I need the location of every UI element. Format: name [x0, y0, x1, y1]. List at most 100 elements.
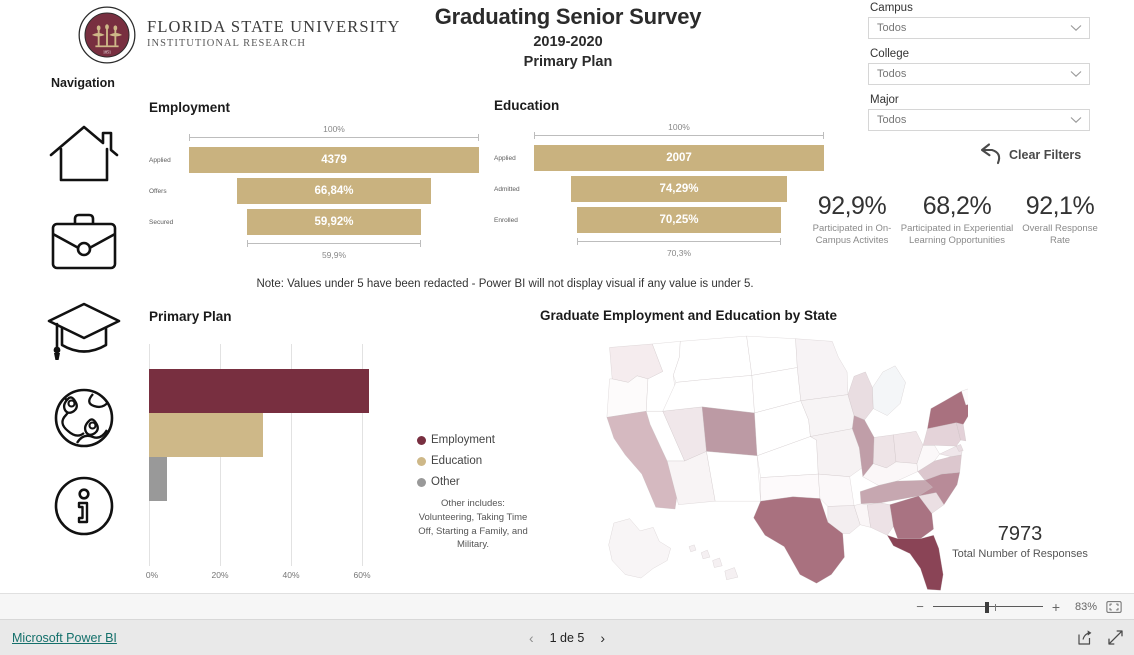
filter-label-major: Major: [870, 94, 899, 106]
primary-plan-plot: 0% 20% 40% 60%: [145, 344, 381, 584]
kpi-value: 68,2%: [922, 192, 992, 220]
graduation-cap-icon: [47, 302, 121, 360]
funnel-row[interactable]: Admitted 74,29%: [494, 176, 824, 202]
state-AR: [818, 473, 855, 507]
funnel-row[interactable]: Applied 2007: [494, 145, 824, 171]
undo-arrow-icon: [980, 143, 1001, 165]
kpi-row: 92,9% Participated in On-Campus Activite…: [806, 192, 1106, 248]
funnel-stage-label: Offers: [149, 187, 167, 195]
power-bi-report: 1851 FLORIDA STATE UNIVERSITY INSTITUTIO…: [0, 0, 1134, 655]
report-subtitle2: Primary Plan: [523, 54, 613, 70]
primary-plan-chart: Primary Plan 0% 20% 40% 60% Employment E…: [145, 309, 529, 584]
funnel-stage-label: Applied: [494, 154, 516, 162]
us-map-svg: [606, 335, 968, 591]
education-funnel-rows: Applied 2007 Admitted 74,29% Enrolled 70…: [494, 145, 824, 233]
map-states: [606, 335, 968, 591]
zoom-in-button[interactable]: +: [1052, 600, 1060, 614]
state-MN: [795, 338, 849, 401]
sidebar-item-map[interactable]: [42, 374, 126, 462]
page-navigation: ‹ 1 de 5 ›: [0, 631, 1134, 645]
report-footer: Microsoft Power BI ‹ 1 de 5 ›: [0, 620, 1134, 655]
education-funnel-title: Education: [494, 98, 560, 113]
house-icon: [49, 125, 119, 182]
report-canvas: 1851 FLORIDA STATE UNIVERSITY INSTITUTIO…: [0, 0, 1134, 593]
fit-to-page-icon[interactable]: [1106, 600, 1122, 614]
bar-other[interactable]: [149, 457, 167, 501]
zoom-toolbar: − + 83%: [0, 593, 1134, 620]
kpi-on-campus[interactable]: 92,9% Participated in On-Campus Activite…: [806, 192, 898, 248]
funnel-row[interactable]: Secured 59,92%: [149, 209, 479, 235]
xtick-label: 0%: [145, 570, 159, 580]
funnel-bar-value: 74,29%: [571, 176, 787, 202]
filter-dropdown-major[interactable]: Todos: [868, 109, 1090, 131]
zoom-slider[interactable]: [932, 601, 1043, 613]
fsu-logo: 1851 FLORIDA STATE UNIVERSITY INSTITUTIO…: [78, 6, 401, 64]
total-responses-card: 7973 Total Number of Responses: [945, 523, 1095, 562]
sidebar-item-education[interactable]: [42, 286, 126, 374]
legend-annotation: Other includes: Volunteering, Taking Tim…: [418, 498, 528, 551]
kpi-caption: Participated in Experiential Learning Op…: [900, 222, 1014, 247]
zoom-slider-thumb[interactable]: [984, 601, 989, 613]
zoom-out-button[interactable]: −: [916, 600, 924, 613]
state-AK: [608, 518, 671, 579]
report-subtitle: 2019-2020: [533, 34, 603, 50]
kpi-value: 92,9%: [817, 192, 887, 220]
state-FL: [886, 535, 944, 591]
filter-dropdown-college[interactable]: Todos: [868, 63, 1090, 85]
total-responses-caption: Total Number of Responses: [952, 548, 1088, 560]
kpi-caption: Overall Response Rate: [1022, 222, 1098, 247]
employment-funnel-top-label: 100%: [323, 124, 345, 134]
funnel-row[interactable]: Offers 66,84%: [149, 178, 479, 204]
funnel-stage-label: Admitted: [494, 185, 520, 193]
org-name-line1: FLORIDA STATE UNIVERSITY: [147, 17, 401, 37]
footer-actions: [1076, 629, 1124, 646]
funnel-bar-value: 4379: [189, 147, 479, 173]
state-NM: [706, 451, 761, 502]
sidebar-item-employment[interactable]: [42, 198, 126, 286]
chevron-down-icon: [1070, 117, 1082, 123]
funnel-bar-value: 70,25%: [577, 207, 781, 233]
legend-item-other[interactable]: Other: [417, 476, 529, 488]
employment-funnel-bottom-bracket: [247, 240, 421, 247]
filter-label-campus: Campus: [870, 2, 913, 14]
us-choropleth-map[interactable]: [548, 330, 968, 592]
funnel-row[interactable]: Enrolled 70,25%: [494, 207, 824, 233]
legend-item-employment[interactable]: Employment: [417, 434, 529, 446]
state-AL: [867, 502, 894, 536]
funnel-stage-label: Enrolled: [494, 216, 518, 224]
info-icon: [54, 476, 114, 536]
funnel-row[interactable]: Applied 4379: [149, 147, 479, 173]
kpi-value: 92,1%: [1025, 192, 1095, 220]
primary-plan-title: Primary Plan: [149, 309, 232, 324]
education-funnel-top-label: 100%: [668, 122, 690, 132]
employment-funnel-top-bracket: [189, 134, 479, 141]
kpi-experiential-learning[interactable]: 68,2% Participated in Experiential Learn…: [898, 192, 1016, 248]
clear-filters-button[interactable]: Clear Filters: [975, 142, 1081, 168]
state-MT: [673, 335, 753, 383]
share-icon[interactable]: [1076, 629, 1093, 646]
filter-dropdown-campus[interactable]: Todos: [868, 17, 1090, 39]
sidebar-item-home[interactable]: [42, 110, 126, 198]
chevron-down-icon: [1070, 25, 1082, 31]
bar-education[interactable]: [149, 413, 263, 457]
legend-label: Education: [431, 455, 483, 467]
employment-funnel-chart: Employment 100% Applied 4379 Offers 66,8…: [149, 100, 479, 260]
sidebar-item-info[interactable]: [42, 462, 126, 550]
funnel-bar-value: 59,92%: [247, 209, 421, 235]
bar-employment[interactable]: [149, 369, 369, 413]
state-MO: [810, 428, 863, 477]
zoom-slider-tick: [994, 603, 996, 611]
state-IN: [873, 434, 897, 469]
fullscreen-icon[interactable]: [1107, 629, 1124, 646]
briefcase-icon: [51, 213, 117, 270]
education-funnel-top-bracket: [534, 132, 824, 139]
next-page-button[interactable]: ›: [600, 631, 605, 645]
navigation-sidebar: [40, 110, 128, 550]
kpi-response-rate[interactable]: 92,1% Overall Response Rate: [1016, 192, 1104, 248]
legend-item-education[interactable]: Education: [417, 455, 529, 467]
previous-page-button[interactable]: ‹: [529, 631, 534, 645]
funnel-bar-value: 2007: [534, 145, 824, 171]
filter-value-major: Todos: [877, 114, 907, 126]
xtick-label: 40%: [282, 570, 300, 580]
funnel-stage-label: Secured: [149, 218, 174, 226]
